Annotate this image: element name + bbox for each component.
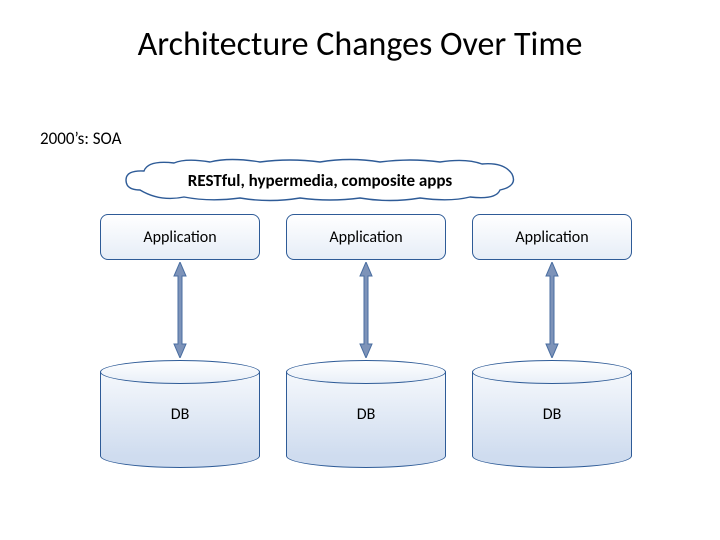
database-cylinder: DB (472, 360, 632, 468)
database-label: DB (472, 360, 632, 468)
double-arrow-icon (358, 262, 374, 358)
application-box: Application (286, 214, 446, 260)
database-cylinder: DB (100, 360, 260, 468)
double-arrow-icon (544, 262, 560, 358)
double-arrow-icon (172, 262, 188, 358)
application-box: Application (100, 214, 260, 260)
slide-title: Architecture Changes Over Time (0, 24, 720, 65)
era-label: 2000’s: SOA (40, 128, 121, 149)
database-label: DB (286, 360, 446, 468)
application-label: Application (143, 228, 216, 247)
application-label: Application (515, 228, 588, 247)
cloud-shape: RESTful, hypermedia, composite apps (120, 156, 520, 204)
cloud-label: RESTful, hypermedia, composite apps (120, 156, 520, 204)
database-cylinder: DB (286, 360, 446, 468)
application-box: Application (472, 214, 632, 260)
application-label: Application (329, 228, 402, 247)
database-label: DB (100, 360, 260, 468)
